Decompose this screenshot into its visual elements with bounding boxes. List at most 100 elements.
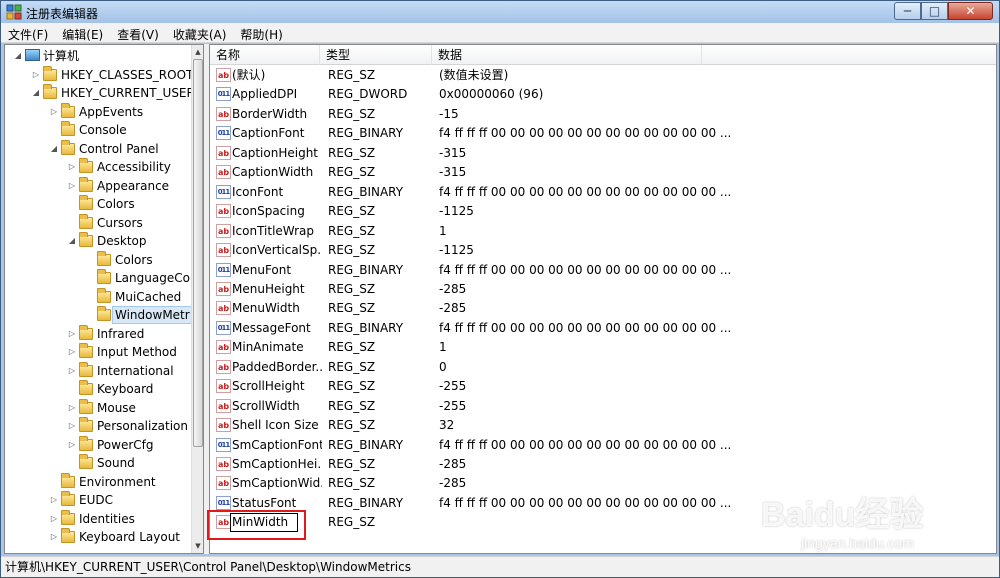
tree-node[interactable]: ▷ Accessibility	[5, 158, 191, 176]
tree-node[interactable]: ▷ AppEvents	[5, 102, 191, 121]
tree-node[interactable]: ▷ Personalization	[5, 417, 191, 435]
registry-value-row[interactable]: ab SmCaptionHei... REG_SZ -285	[210, 455, 996, 474]
registry-value-row[interactable]: ab Shell Icon Size REG_SZ 32	[210, 416, 996, 435]
column-header-type[interactable]: 类型	[320, 45, 432, 65]
folder-icon	[61, 139, 75, 155]
collapsed-arrow-icon[interactable]: ▷	[49, 491, 59, 509]
value-type: REG_BINARY	[328, 262, 404, 277]
registry-key-tree[interactable]: ◢ 计算机 ▷ HKEY_CLASSES_ROOT ◢ HKEY_CURRENT_USER…	[4, 44, 204, 554]
registry-value-row[interactable]: ab ScrollWidth REG_SZ -255	[210, 397, 996, 416]
registry-value-row[interactable]: 011 IconFont REG_BINARY f4 ff ff ff 00 00 0…	[210, 183, 996, 202]
expanded-arrow-icon[interactable]: ◢	[49, 140, 59, 158]
scroll-down-arrow-icon[interactable]: ▼	[193, 540, 203, 552]
menu-view[interactable]: 查看(V)	[110, 23, 166, 42]
value-name: IconSpacing	[232, 204, 305, 219]
value-data: -255	[439, 379, 467, 394]
registry-value-row[interactable]: ab PaddedBorder... REG_SZ 0	[210, 358, 996, 377]
tree-node[interactable]: ▷ EUDC	[5, 491, 191, 509]
tree-node[interactable]: ▷ Appearance	[5, 176, 191, 195]
tree-node[interactable]: LanguageCor	[5, 269, 195, 287]
registry-value-row[interactable]: ab MenuHeight REG_SZ -285	[210, 280, 996, 299]
tree-node[interactable]: ◢ HKEY_CURRENT_USER	[5, 84, 195, 102]
tree-node[interactable]: ▷ HKEY_CLASSES_ROOT	[5, 65, 193, 84]
tree-node[interactable]: ▷ Infrared	[5, 324, 191, 343]
folder-icon	[79, 195, 93, 210]
tree-node[interactable]: Console	[5, 121, 191, 139]
tree-node[interactable]: ▷ Identities	[5, 509, 191, 528]
column-header-name[interactable]: 名称	[210, 45, 320, 65]
expanded-arrow-icon[interactable]: ◢	[31, 84, 41, 102]
collapsed-arrow-icon[interactable]: ▷	[67, 325, 77, 343]
collapsed-arrow-icon[interactable]: ▷	[67, 158, 77, 176]
tree-node[interactable]: ◢ Desktop	[5, 232, 191, 250]
menu-bar: 文件(F) 编辑(E) 查看(V) 收藏夹(A) 帮助(H)	[1, 23, 999, 43]
value-type: REG_BINARY	[328, 126, 404, 141]
collapsed-arrow-icon[interactable]: ▷	[49, 528, 59, 546]
collapsed-arrow-icon[interactable]: ▷	[31, 66, 41, 84]
registry-value-row[interactable]: ab ScrollHeight REG_SZ -255	[210, 377, 996, 396]
tree-node-label: Input Method	[97, 345, 177, 359]
registry-value-row[interactable]: ab IconVerticalSp... REG_SZ -1125	[210, 241, 996, 260]
expanded-arrow-icon[interactable]: ◢	[67, 232, 77, 250]
registry-value-row[interactable]: ab CaptionHeight REG_SZ -315	[210, 144, 996, 163]
menu-file[interactable]: 文件(F)	[1, 23, 55, 42]
scroll-up-arrow-icon[interactable]: ▲	[193, 46, 203, 58]
registry-value-row[interactable]: ab (默认) REG_SZ (数值未设置)	[210, 66, 996, 85]
tree-node[interactable]: ▷ Keyboard Layout	[5, 528, 191, 546]
tree-node[interactable]: ▷ PowerCfg	[5, 435, 191, 454]
tree-node[interactable]: Cursors	[5, 213, 191, 232]
tree-scrollbar[interactable]: ▲ ▼	[191, 45, 203, 553]
registry-value-row[interactable]: 011 AppliedDPI REG_DWORD 0x00000060 (96)	[210, 85, 996, 104]
tree-node[interactable]: WindowMetr	[5, 306, 193, 324]
menu-edit[interactable]: 编辑(E)	[55, 23, 110, 42]
registry-value-row[interactable]: 011 MenuFont REG_BINARY f4 ff ff ff 00 00 0…	[210, 261, 996, 280]
tree-node[interactable]: Colors	[5, 195, 191, 213]
expanded-arrow-icon[interactable]: ◢	[13, 47, 23, 65]
tree-node-label: EUDC	[79, 493, 113, 507]
value-type: REG_SZ	[328, 476, 376, 491]
tree-node[interactable]: Environment	[5, 472, 191, 491]
tree-node[interactable]: Colors	[5, 250, 191, 269]
binary-value-icon: 011	[216, 262, 231, 277]
minimize-button[interactable]: ─	[894, 2, 921, 20]
collapsed-arrow-icon[interactable]: ▷	[67, 417, 77, 435]
value-name: CaptionFont	[232, 126, 305, 141]
collapsed-arrow-icon[interactable]: ▷	[67, 399, 77, 417]
registry-value-row[interactable]: ab MinAnimate REG_SZ 1	[210, 338, 996, 357]
tree-node-label: Keyboard	[97, 382, 154, 396]
collapsed-arrow-icon[interactable]: ▷	[67, 343, 77, 361]
collapsed-arrow-icon[interactable]: ▷	[67, 362, 77, 380]
registry-value-list[interactable]: 名称 类型 数据 ab (默认) REG_SZ (数值未设置) 011 AppliedDP…	[209, 44, 997, 554]
registry-value-row[interactable]: ab IconSpacing REG_SZ -1125	[210, 202, 996, 221]
registry-value-row[interactable]: ab IconTitleWrap REG_SZ 1	[210, 222, 996, 241]
collapsed-arrow-icon[interactable]: ▷	[67, 436, 77, 454]
tree-node-label: 计算机	[43, 49, 80, 63]
registry-value-row[interactable]: 011 MessageFont REG_BINARY f4 ff ff ff 00 0…	[210, 319, 996, 338]
collapsed-arrow-icon[interactable]: ▷	[49, 510, 59, 528]
close-button[interactable]: ✕	[948, 2, 993, 20]
menu-help[interactable]: 帮助(H)	[233, 23, 289, 42]
tree-node-label: Identities	[79, 511, 135, 526]
collapsed-arrow-icon[interactable]: ▷	[49, 103, 59, 121]
registry-value-row[interactable]: ab CaptionWidth REG_SZ -315	[210, 163, 996, 182]
tree-node[interactable]: ▷ Input Method	[5, 343, 191, 361]
tree-node[interactable]: ▷ Mouse	[5, 398, 191, 417]
registry-value-row[interactable]: ab MenuWidth REG_SZ -285	[210, 299, 996, 318]
registry-value-row[interactable]: ab BorderWidth REG_SZ -15	[210, 105, 996, 124]
value-name: Shell Icon Size	[232, 418, 319, 433]
column-header-data[interactable]: 数据	[432, 45, 702, 65]
menu-favorites[interactable]: 收藏夹(A)	[166, 23, 234, 42]
collapsed-arrow-icon[interactable]: ▷	[67, 177, 77, 195]
maximize-button[interactable]: □	[921, 2, 948, 20]
title-bar[interactable]: 注册表编辑器 ─ □ ✕	[1, 1, 999, 23]
tree-node[interactable]: MuiCached	[5, 287, 191, 306]
tree-node[interactable]: ◢ 计算机	[5, 47, 191, 65]
tree-node[interactable]: Sound	[5, 454, 191, 472]
tree-node[interactable]: ◢ Control Panel	[5, 139, 191, 158]
registry-value-row[interactable]: 011 CaptionFont REG_BINARY f4 ff ff ff 00 0…	[210, 124, 996, 143]
tree-node[interactable]: Keyboard	[5, 380, 191, 398]
tree-scroll-thumb[interactable]	[193, 59, 203, 447]
value-name: MinAnimate	[232, 340, 304, 355]
tree-node[interactable]: ▷ International	[5, 361, 191, 380]
registry-value-row[interactable]: 011 SmCaptionFont REG_BINARY f4 ff ff ff 00…	[210, 436, 996, 455]
